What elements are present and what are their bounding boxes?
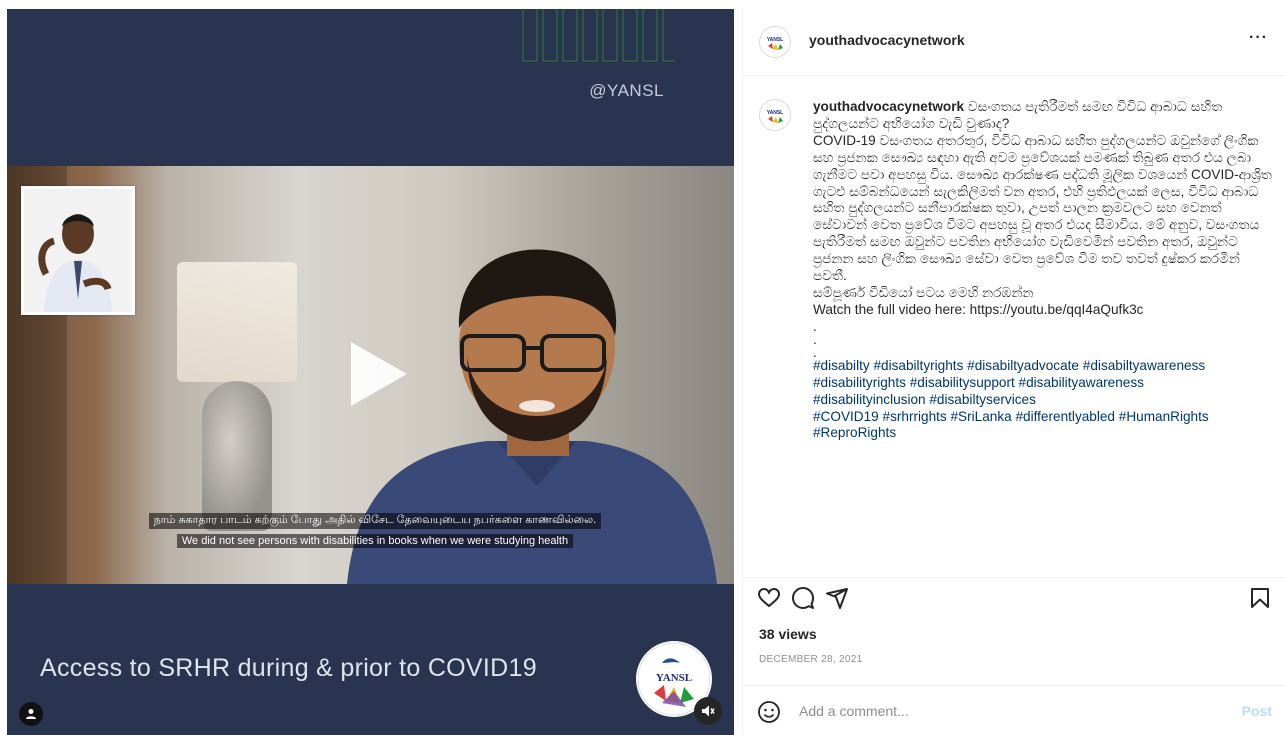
hashtag-line[interactable]: #disabilityrights #disabilitysupport #di… — [813, 375, 1273, 392]
caption-section: YANSL youthadvocacynetwork වසංගතය පැතිරී… — [759, 99, 1279, 559]
interpreter-figure — [24, 189, 132, 312]
emoji-icon[interactable] — [757, 700, 781, 724]
caption-line: COVID-19 වසංගතය අතරතුර, විවිධ ආබාධ සහිත … — [813, 132, 1272, 284]
mute-button[interactable] — [694, 697, 722, 725]
view-count[interactable]: 38 views — [759, 626, 817, 642]
comment-icon[interactable] — [791, 586, 815, 610]
share-icon[interactable] — [825, 586, 849, 610]
sign-language-interpreter — [21, 186, 135, 315]
hashtag-line[interactable]: #disabilityinclusion #disabiltyservices — [813, 392, 1273, 409]
svg-text:YANSL: YANSL — [767, 110, 784, 116]
caption-link-line: Watch the full video here: https://youtu… — [813, 301, 1144, 317]
hashtag-line[interactable]: #COVID19 #srhrrights #SriLanka #differen… — [813, 409, 1273, 426]
profile-username[interactable]: youthadvocacynetwork — [809, 32, 965, 48]
video-subtitles: நாம் சுகாதார பாடம் கற்கும் போது அதில் வி… — [125, 510, 625, 550]
caption-dot: . — [813, 344, 817, 360]
hashtag-line[interactable]: #disabilty #disabiltyrights #disabiltyad… — [813, 358, 1273, 375]
post-comment-button[interactable]: Post — [1242, 703, 1272, 719]
subtitle-english: We did not see persons with disabilities… — [176, 534, 574, 548]
comment-composer: Post — [743, 685, 1285, 735]
caption-text: youthadvocacynetwork වසංගතය පැතිරීමත් සම… — [813, 99, 1273, 442]
channel-handle: @YANSL — [589, 81, 664, 100]
subtitle-tamil: நாம் சுகாதார பாடம் கற்கும் போது அதில் வி… — [148, 513, 602, 529]
caption-username[interactable]: youthadvocacynetwork — [813, 99, 964, 114]
tagged-user-button[interactable] — [19, 702, 43, 726]
post-header: YANSL youthadvocacynetwork ··· — [743, 9, 1285, 76]
post-date[interactable]: DECEMBER 28, 2021 — [759, 654, 862, 665]
post-details-panel: YANSL youthadvocacynetwork ··· YANSL you… — [742, 9, 1285, 735]
background-vase — [202, 381, 272, 531]
caption-dot: . — [813, 318, 817, 334]
post-viewer: @YANSL நாம் சுகாதார பாடம் கற்கும் போது அ… — [0, 0, 1285, 735]
decorative-lines — [522, 9, 675, 62]
play-icon[interactable] — [341, 338, 413, 410]
hashtag-line[interactable]: #ReproRights — [813, 425, 1273, 442]
mute-icon — [702, 705, 715, 717]
video-media[interactable]: @YANSL நாம் சுகாதார பாடம் கற்கும் போது அ… — [7, 9, 734, 735]
caption-dot: . — [813, 331, 817, 347]
background-lamp — [177, 262, 297, 382]
more-options-button[interactable]: ··· — [1249, 29, 1268, 47]
bookmark-icon[interactable] — [1248, 586, 1272, 610]
caption-line: සම්පූර්ණ වීඩියෝ පටය මෙහි නරඹන්න — [813, 284, 1034, 300]
user-icon — [26, 709, 36, 719]
svg-text:YANSL: YANSL — [656, 672, 692, 684]
action-bar — [743, 577, 1285, 613]
video-frame[interactable]: நாம் சுகாதார பாடம் கற்கும் போது அதில் வி… — [7, 166, 734, 584]
profile-avatar[interactable]: YANSL — [759, 26, 791, 58]
svg-text:YANSL: YANSL — [767, 37, 784, 43]
caption-avatar[interactable]: YANSL — [759, 99, 791, 131]
heart-icon[interactable] — [757, 586, 781, 610]
video-title: Access to SRHR during & prior to COVID19 — [40, 654, 537, 682]
comment-input[interactable] — [799, 696, 1199, 726]
